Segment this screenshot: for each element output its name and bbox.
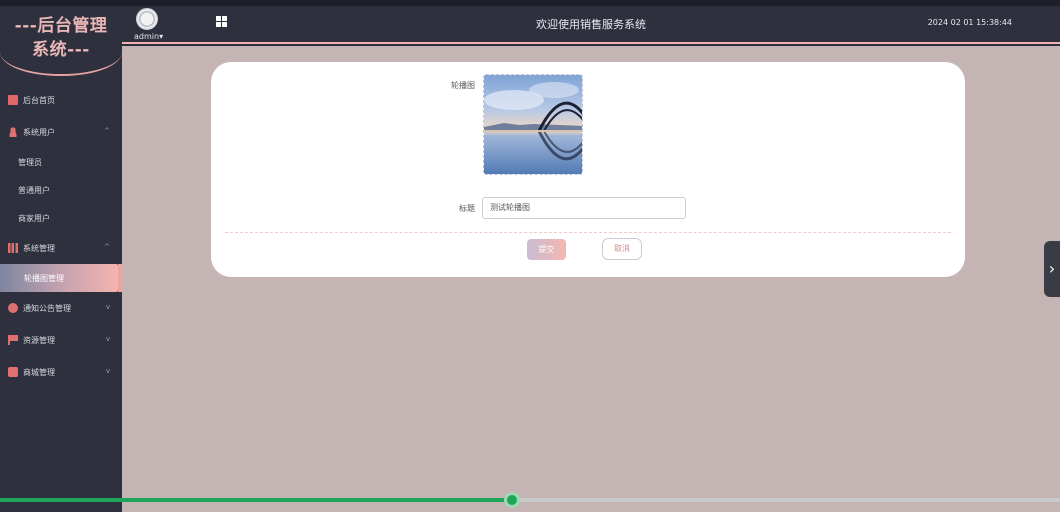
- sidebar-item-home[interactable]: 后台首页: [0, 84, 122, 116]
- monitor-icon: [8, 95, 18, 105]
- video-progress-bar[interactable]: [0, 492, 1060, 508]
- sidebar-item-resource-management[interactable]: 资源管理 v: [0, 324, 122, 356]
- chevron-up-icon: ^: [104, 243, 110, 251]
- sidebar-menu: 后台首页 系统用户 ^ 管理员 普通用户 商家用户 系统管理 ^ 轮播图管理 通…: [0, 84, 122, 388]
- chevron-up-icon: ^: [104, 127, 110, 135]
- title-label: 标题: [459, 204, 475, 213]
- progress-knob[interactable]: [503, 492, 520, 508]
- clock-text: 2024 02 01 15:38:44: [927, 18, 1012, 27]
- sidebar-subitem-carousel-management[interactable]: 轮播图管理: [0, 264, 122, 292]
- info-icon: [8, 303, 18, 313]
- carousel-image-upload[interactable]: [483, 74, 583, 175]
- user-name: admin: [134, 32, 160, 41]
- caret-down-icon: ▾: [159, 32, 164, 41]
- user-menu[interactable]: admin▾: [134, 32, 163, 41]
- sidebar-item-system-management[interactable]: 系统管理 ^: [0, 232, 122, 264]
- sidebar-subitem-admins[interactable]: 管理员: [0, 148, 122, 176]
- bag-icon: [8, 367, 18, 377]
- sidebar-item-label: 系统管理: [23, 243, 55, 253]
- submit-button[interactable]: 提交: [527, 239, 566, 260]
- logo-line-1: ---后台管理: [14, 16, 108, 36]
- cancel-button[interactable]: 取消: [602, 238, 642, 260]
- progress-fill: [0, 498, 512, 502]
- sidebar-subitem-normal-users[interactable]: 普通用户: [0, 176, 122, 204]
- carousel-edit-form: 轮播图 标题 测试轮播图 提交 取消: [211, 62, 965, 277]
- sidebar-item-label: 商城管理: [23, 367, 55, 377]
- sidebar: ---后台管理 系统--- 后台首页 系统用户 ^ 管理员 普通用户 商家用户 …: [0, 6, 122, 512]
- chevron-down-icon: v: [105, 367, 110, 375]
- sidebar-item-label: 通知公告管理: [23, 303, 71, 313]
- flag-icon: [8, 335, 18, 345]
- logo: ---后台管理 系统---: [0, 6, 122, 76]
- title-input[interactable]: 测试轮播图: [482, 197, 686, 219]
- chevron-down-icon: v: [105, 335, 110, 343]
- page-title: 欢迎使用销售服务系统: [536, 18, 646, 31]
- sidebar-item-label: 系统用户: [23, 127, 55, 137]
- sidebar-item-system-users[interactable]: 系统用户 ^: [0, 116, 122, 148]
- sidebar-item-mall-management[interactable]: 商城管理 v: [0, 356, 122, 388]
- sidebar-item-label: 后台首页: [23, 95, 55, 105]
- bridge-photo: [484, 75, 582, 174]
- logo-line-2: 系统---: [32, 40, 90, 60]
- bar-chart-icon: [8, 243, 18, 253]
- logo-text: ---后台管理 系统---: [0, 14, 122, 62]
- user-icon: [8, 127, 18, 137]
- divider: [225, 232, 951, 233]
- next-arrow-tab[interactable]: ›: [1044, 241, 1060, 297]
- chevron-down-icon: v: [105, 303, 110, 311]
- image-label: 轮播图: [451, 81, 475, 90]
- sidebar-item-notice-management[interactable]: 通知公告管理 v: [0, 292, 122, 324]
- sidebar-subitem-merchant-users[interactable]: 商家用户: [0, 204, 122, 232]
- sidebar-item-label: 资源管理: [23, 335, 55, 345]
- top-header: admin▾ 欢迎使用销售服务系统 2024 02 01 15:38:44: [122, 6, 1060, 44]
- main-content: 轮播图 标题 测试轮播图 提交 取消: [122, 46, 1060, 512]
